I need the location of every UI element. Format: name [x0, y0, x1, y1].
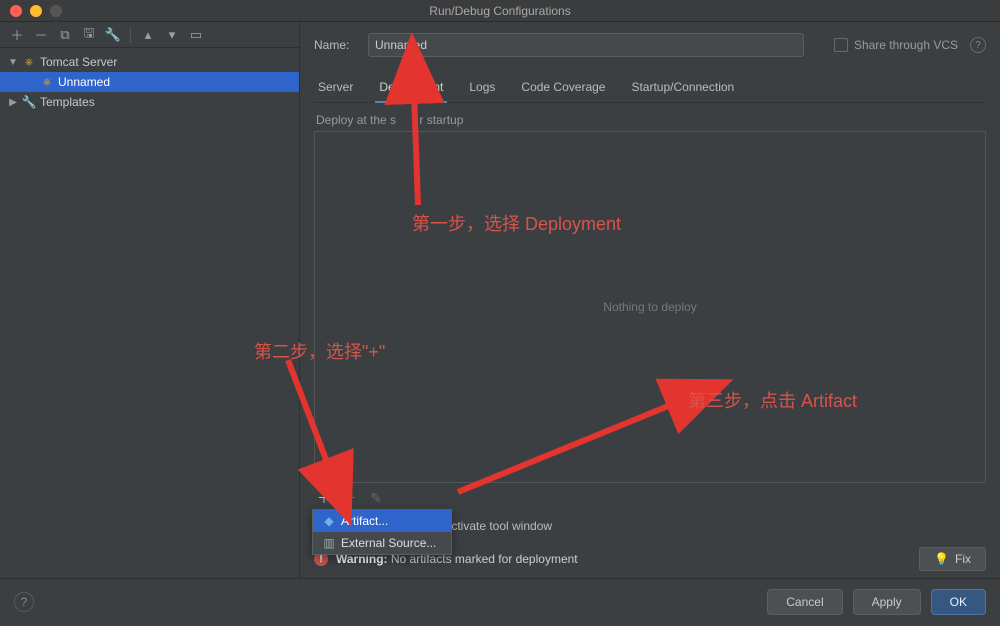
remove-config-button[interactable]: －: [30, 25, 52, 45]
tree-item-tomcat[interactable]: ▼ ⎈ Tomcat Server: [0, 52, 299, 72]
artifact-icon: ◆: [323, 514, 335, 528]
name-label: Name:: [314, 38, 358, 52]
cancel-button[interactable]: Cancel: [767, 589, 842, 615]
deploy-section-label: Deploy at the server startup: [314, 113, 986, 127]
tree-item-label: Templates: [40, 95, 95, 109]
ok-button[interactable]: OK: [931, 589, 986, 615]
tree-item-label: Unnamed: [58, 75, 110, 89]
tomcat-icon: ⎈: [40, 75, 54, 89]
popup-item-label: Artifact...: [341, 514, 388, 528]
edit-defaults-button[interactable]: 🔧: [102, 25, 124, 45]
save-config-button[interactable]: 🖫: [78, 25, 100, 45]
wrench-icon: 🔧: [22, 95, 36, 109]
add-deployment-popup: ◆ Artifact... ▥ External Source...: [312, 509, 452, 555]
add-deployment-button[interactable]: ＋: [314, 489, 334, 507]
chevron-right-icon: ▶: [8, 97, 18, 108]
help-button[interactable]: ?: [14, 592, 34, 612]
tree-item-templates[interactable]: ▶ 🔧 Templates: [0, 92, 299, 112]
share-vcs-checkbox[interactable]: [834, 38, 848, 52]
deploy-empty-text: Nothing to deploy: [603, 300, 696, 314]
popup-item-label: External Source...: [341, 536, 436, 550]
move-down-button[interactable]: ▾: [161, 25, 183, 45]
lightbulb-icon: 💡: [934, 552, 949, 566]
folder-button[interactable]: ▭: [185, 25, 207, 45]
chevron-down-icon: ▼: [8, 57, 18, 68]
tab-code-coverage[interactable]: Code Coverage: [517, 74, 609, 102]
name-input[interactable]: [368, 33, 804, 57]
add-config-button[interactable]: ＋: [6, 25, 28, 45]
config-tree: ▼ ⎈ Tomcat Server ⎈ Unnamed ▶ 🔧 Template…: [0, 48, 299, 578]
tomcat-icon: ⎈: [22, 55, 36, 69]
tab-logs[interactable]: Logs: [465, 74, 499, 102]
config-panel: Name: Share through VCS ? Server Deploym…: [300, 22, 1000, 578]
sidebar-toolbar: ＋ － ⧉ 🖫 🔧 ▴ ▾ ▭: [0, 22, 299, 48]
popup-artifact-item[interactable]: ◆ Artifact...: [313, 510, 451, 532]
remove-deployment-button: －: [340, 489, 360, 507]
fix-button-label: Fix: [955, 552, 971, 566]
toolbar-separator: [130, 27, 131, 43]
move-up-button[interactable]: ▴: [137, 25, 159, 45]
deploy-list: Nothing to deploy: [314, 131, 986, 483]
tab-deployment[interactable]: Deployment: [375, 74, 447, 102]
fix-button[interactable]: 💡 Fix: [919, 547, 986, 571]
tree-item-label: Tomcat Server: [40, 55, 117, 69]
window-title: Run/Debug Configurations: [0, 4, 1000, 18]
sidebar: ＋ － ⧉ 🖫 🔧 ▴ ▾ ▭ ▼ ⎈ Tomcat Server ⎈ Unna…: [0, 22, 300, 578]
tab-startup-connection[interactable]: Startup/Connection: [627, 74, 738, 102]
edit-deployment-button: ✎: [366, 489, 386, 507]
config-tabs: Server Deployment Logs Code Coverage Sta…: [314, 74, 986, 103]
help-icon[interactable]: ?: [970, 37, 986, 53]
apply-button[interactable]: Apply: [853, 589, 921, 615]
popup-external-item[interactable]: ▥ External Source...: [313, 532, 451, 554]
external-source-icon: ▥: [323, 536, 335, 550]
tab-server[interactable]: Server: [314, 74, 357, 102]
tree-item-unnamed[interactable]: ⎈ Unnamed: [0, 72, 299, 92]
share-vcs-label: Share through VCS: [854, 38, 958, 52]
copy-config-button[interactable]: ⧉: [54, 25, 76, 45]
